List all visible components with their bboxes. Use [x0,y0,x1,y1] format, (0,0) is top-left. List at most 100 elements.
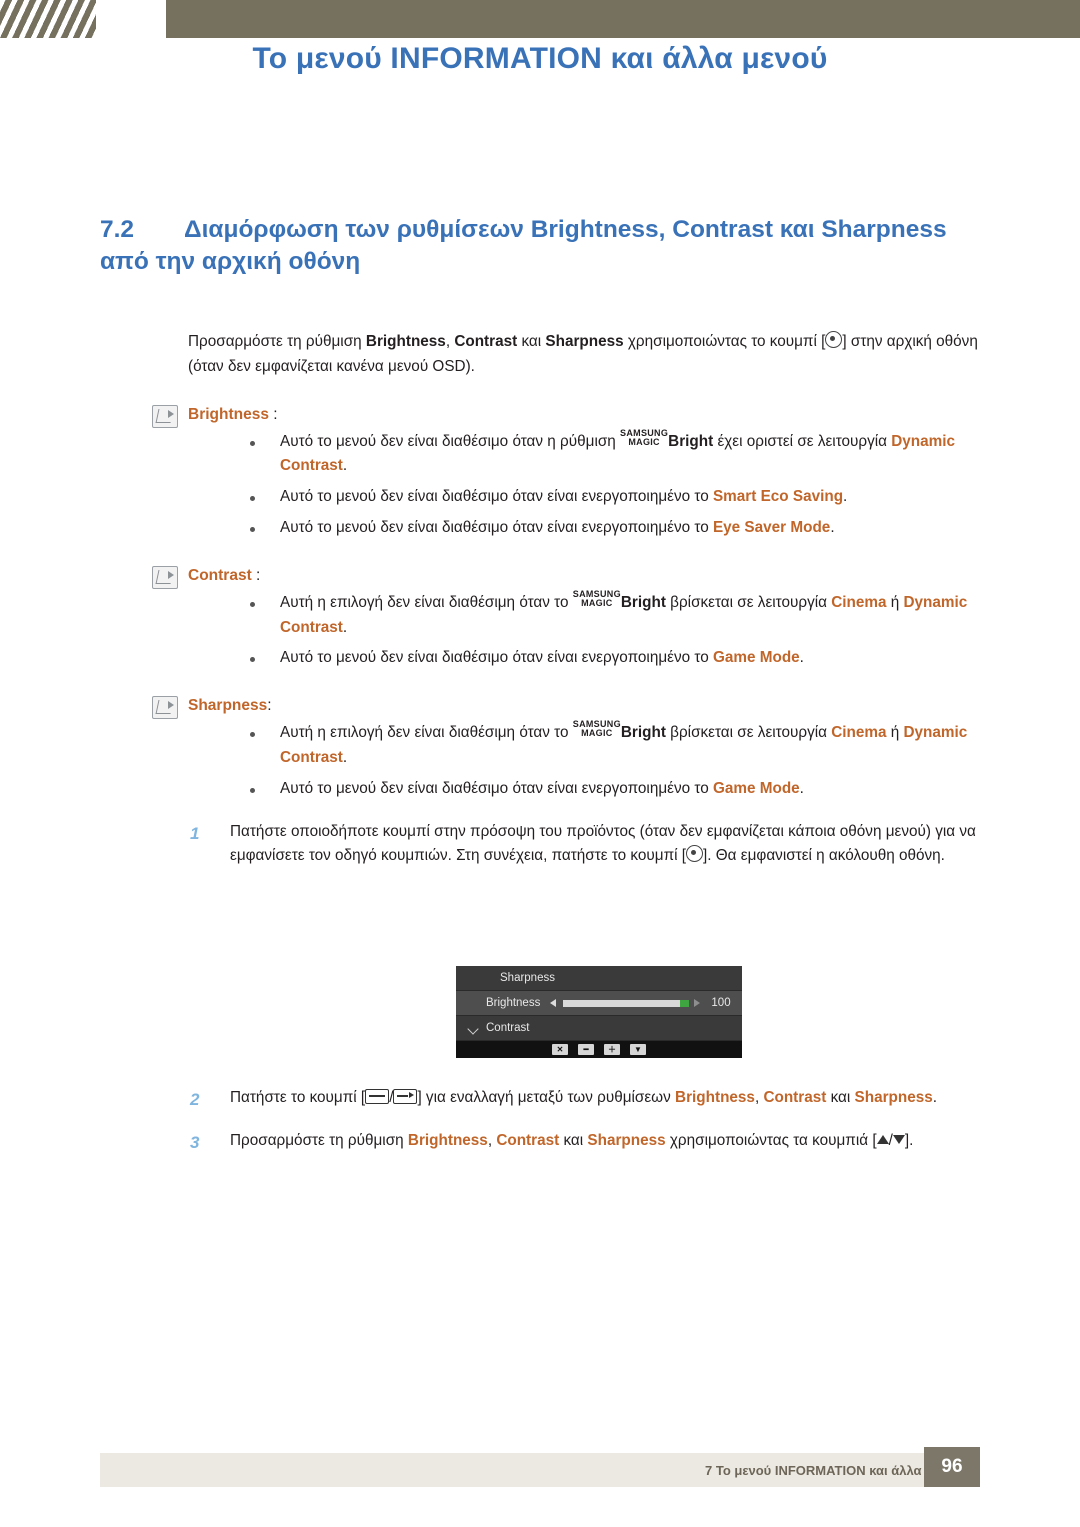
bullet-term: Game Mode [712,649,800,667]
step-3-text-g: χρησιμοποιώντας τα κουμπιά [ [665,1131,877,1149]
intro-term-contrast: Contrast [454,333,518,350]
step-2-term-brightness: Brightness [675,1089,755,1106]
jog-button-icon [825,331,843,348]
step-2-and: και [826,1089,855,1106]
bullet-post: . [342,618,348,636]
bullet-mid: έχει οριστεί σε λειτουργία [713,432,892,450]
list-item: Αυτό το μενού δεν είναι διαθέσιμο όταν ε… [0,485,1080,510]
intro-term-sharpness: Sharpness [545,333,624,350]
bullet-pre: Αυτή η επιλογή δεν είναι διαθέσιμη όταν … [280,593,573,611]
note-colon-contrast: : [251,566,261,584]
left-arrow-icon[interactable] [550,999,557,1007]
note-bullets-brightness: Αυτό το μενού δεν είναι διαθέσιμο όταν η… [0,428,1080,541]
intro-text-g: χρησιμοποιώντας το κουμπί [ [623,333,826,350]
brightness-slider[interactable] [563,999,689,1007]
samsung-magic-logo: SAMSUNG MAGIC [573,589,621,608]
list-item: Αυτό το μενού δεν είναι διαθέσιμο όταν ε… [0,516,1080,541]
step-3-term-contrast: Contrast [496,1131,560,1149]
note-colon-brightness: : [268,405,278,423]
step-3-term-brightness: Brightness [407,1131,488,1149]
bullet-term-cinema: Cinema [831,724,887,742]
footer-band: 7 Το μενού INFORMATION και άλλα μενού 96 [100,1447,980,1487]
step-2: 2 Πατήστε το κουμπί [/] για εναλλαγή μετ… [0,1086,1080,1111]
section-title: Διαμόρφωση των ρυθμίσεων Brightness, Con… [100,216,947,276]
note-bullets-contrast: Αυτή η επιλογή δεν είναι διαθέσιμη όταν … [0,589,1080,671]
list-item: Αυτό το μενού δεν είναι διαθέσιμο όταν ε… [0,646,1080,671]
note-icon [152,404,178,428]
magic-bottom: MAGIC [581,597,613,608]
bullet-pre: Αυτό το μενού δεν είναι διαθέσιμο όταν ε… [280,519,713,536]
jog-button-icon [686,845,704,863]
step-3-period: ]. [904,1131,914,1149]
step-2-term-sharpness: Sharpness [854,1089,933,1106]
bullet-term: Game Mode [712,779,800,797]
step-2-term-contrast: Contrast [763,1089,827,1106]
down-icon[interactable]: ▼ [630,1044,646,1055]
bullet-pre: Αυτό το μενού δεν είναι διαθέσιμο όταν ε… [280,649,713,667]
bullet-post: . [830,519,835,536]
intro-text-e: και [517,333,546,350]
step-3-term-sharpness: Sharpness [587,1131,666,1149]
step-1-text-b: ]. Θα εμφανιστεί η ακόλουθη οθόνη. [703,847,945,865]
intro-paragraph: Προσαρμόστε τη ρύθμιση Brightness, Contr… [0,330,1080,380]
bullet-post: . [843,488,848,506]
page-title: Το μενού INFORMATION και άλλα μενού [252,42,828,75]
note-title-brightness: Brightness [188,405,269,423]
bullet-term: Smart Eco Saving [712,488,844,506]
down-arrow-icon [892,1134,905,1144]
step-number: 2 [190,1090,200,1109]
bullet-post: . [799,649,804,667]
header-hatch-decoration [0,0,96,38]
samsung-magic-logo: SAMSUNG MAGIC [620,428,668,447]
minus-icon[interactable]: ━ [578,1044,594,1055]
intro-term-brightness: Brightness [365,333,446,350]
plus-icon[interactable]: ＋ [604,1044,620,1055]
note-colon-sharpness: : [267,697,272,715]
osd-key-guide: ✕ ━ ＋ ▼ [456,1041,742,1058]
step-2-text-a: Πατήστε το κουμπί [ [230,1089,366,1106]
document-content: Προσαρμόστε τη ρύθμιση Brightness, Contr… [0,330,1080,869]
magic-bottom: MAGIC [581,728,613,739]
osd-row-brightness[interactable]: Brightness 100 [456,991,742,1016]
step-1: 1 Πατήστε οποιοδήποτε κουμπί στην πρόσοψ… [0,820,1080,870]
up-arrow-icon [876,1134,889,1144]
brightness-value: 100 [711,997,731,1009]
list-item: Αυτή η επιλογή δεν είναι διαθέσιμη όταν … [0,589,1080,641]
step-number: 1 [190,823,200,843]
list-item: Αυτό το μενού δεν είναι διαθέσιμο όταν η… [0,428,1080,480]
close-icon[interactable]: ✕ [552,1044,568,1055]
osd-label-contrast: Contrast [486,1022,530,1034]
section-heading: 7.2 Διαμόρφωση των ρυθμίσεων Brightness, … [100,214,1000,279]
magic-bottom: MAGIC [628,436,660,447]
bullet-pre: Αυτό το μενού δεν είναι διαθέσιμο όταν ε… [280,488,713,506]
bullet-bright: Bright [620,593,666,611]
list-item: Αυτή η επιλογή δεν είναι διαθέσιμη όταν … [0,720,1080,771]
bullet-post: . [342,749,348,767]
minus-button-icon [365,1089,390,1104]
return-button-icon [393,1089,418,1104]
steps-list-part2: 2 Πατήστε το κουμπί [/] για εναλλαγή μετ… [0,1086,1080,1154]
samsung-magic-logo: SAMSUNG MAGIC [573,720,621,739]
note-heading-sharpness: Sharpness: [0,696,1080,720]
step-3-and: και [559,1131,588,1149]
page-number: 96 [924,1447,980,1487]
bullet-term: Eye Saver Mode [712,519,831,536]
section-number: 7.2 [100,216,135,243]
bullet-pre: Αυτό το μενού δεν είναι διαθέσιμο όταν η… [280,432,621,450]
list-item: Αυτό το μενού δεν είναι διαθέσιμο όταν ε… [0,777,1080,802]
bullet-mid2: ή [886,724,904,742]
header-white-tab [96,0,166,38]
header-band [0,0,1080,38]
note-title-sharpness: Sharpness [188,697,268,715]
steps-list-part1: 1 Πατήστε οποιοδήποτε κουμπί στην πρόσοψ… [0,820,1080,870]
note-title-contrast: Contrast [188,566,252,584]
intro-text-a: Προσαρμόστε τη ρύθμιση [188,333,366,350]
slider-knob[interactable] [680,999,689,1007]
osd-preview: Sharpness Brightness 100 Contrast ✕ ━ ＋ … [456,966,742,1058]
bullet-mid2: ή [886,593,904,611]
osd-row-contrast[interactable]: Contrast [456,1016,742,1041]
step-number: 3 [190,1132,200,1152]
note-icon [152,565,178,589]
bullet-post: . [342,457,348,475]
bullet-term-cinema: Cinema [831,593,887,611]
